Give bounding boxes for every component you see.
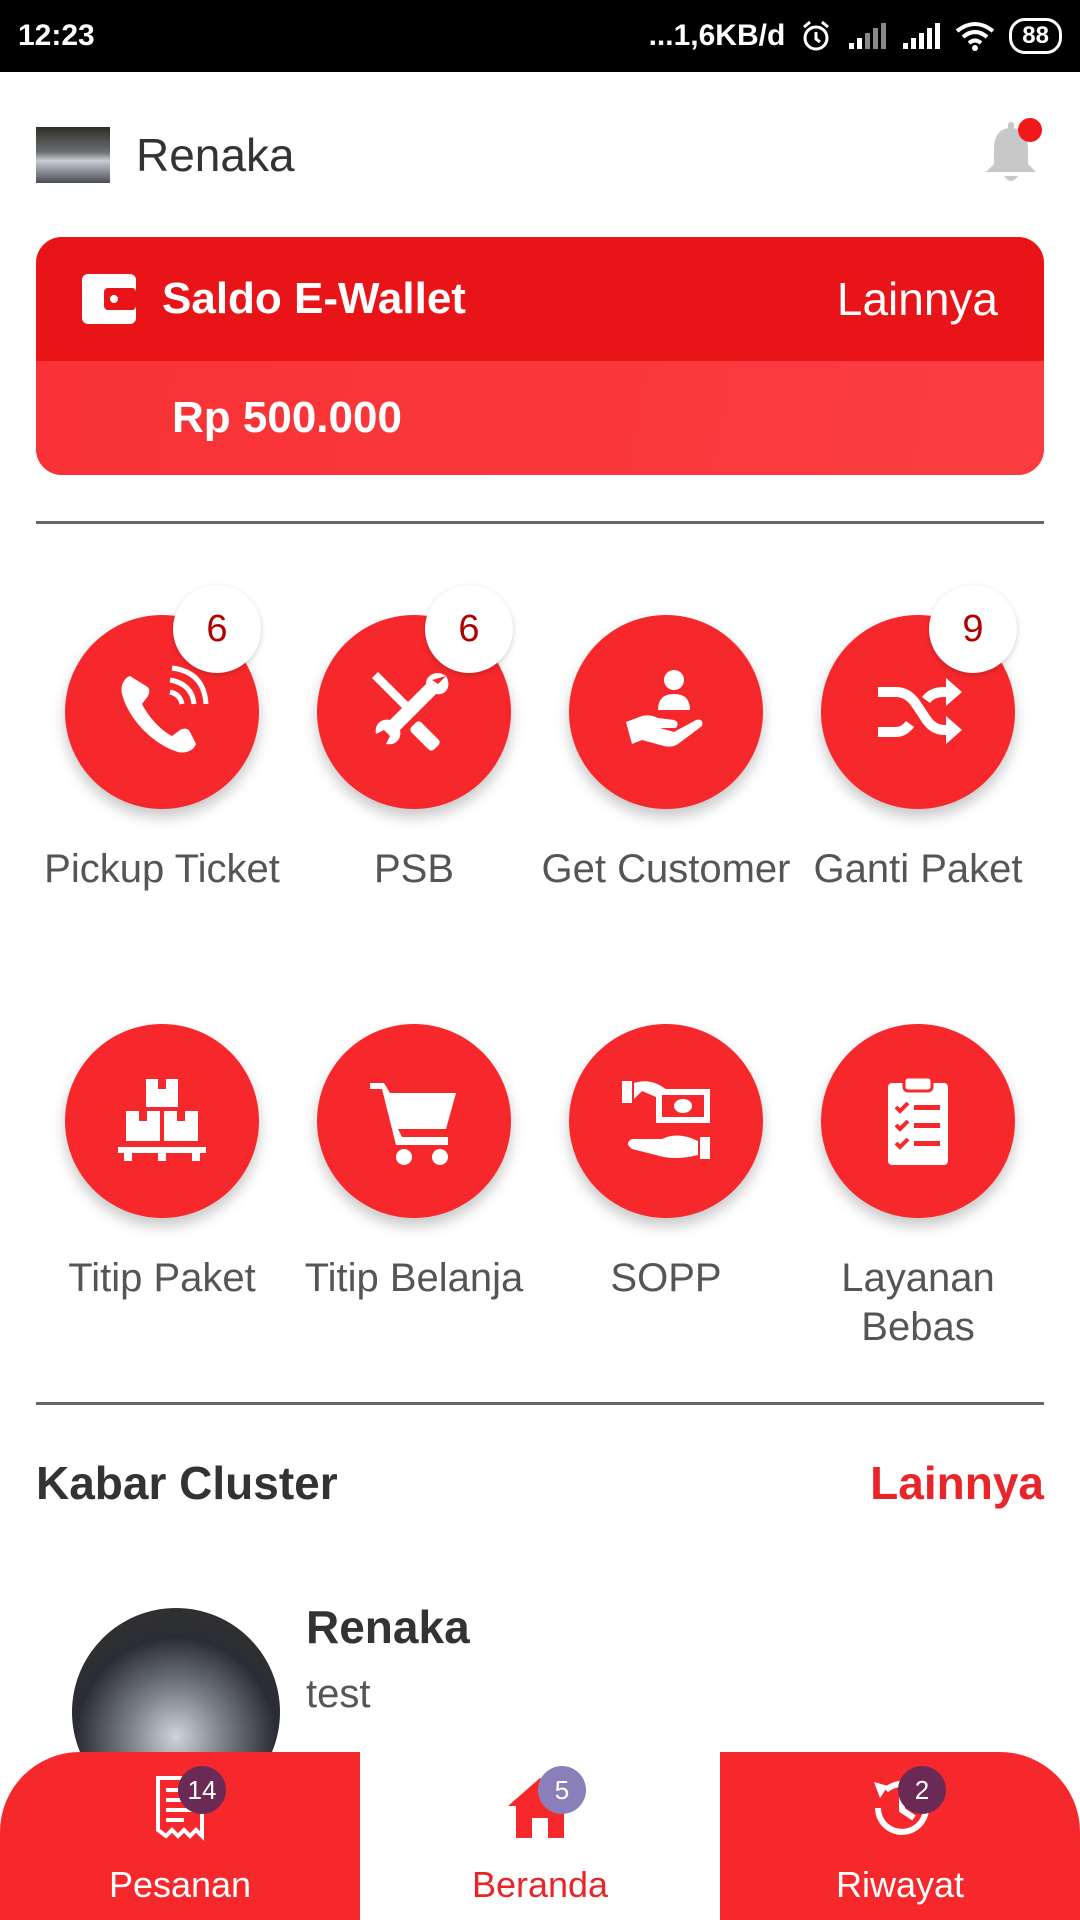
nav-badge: 2 xyxy=(898,1766,946,1814)
tools-icon xyxy=(372,672,449,751)
alarm-icon xyxy=(803,20,830,51)
receipt-icon: 14 xyxy=(144,1766,226,1844)
boxes-icon xyxy=(118,1079,206,1161)
menu-label: Pickup Ticket xyxy=(44,847,280,891)
menu-get-customer[interactable]: Get Customer xyxy=(540,615,792,894)
net-speed: ...1,6KB/d xyxy=(648,19,786,52)
menu-icon-button[interactable] xyxy=(65,1024,259,1218)
section-title: Kabar Cluster xyxy=(36,1457,338,1509)
count-badge: 6 xyxy=(425,585,513,673)
menu-label: Get Customer xyxy=(541,847,791,891)
menu-pickup-ticket[interactable]: 6 Pickup Ticket xyxy=(36,585,288,894)
wallet-card[interactable]: Saldo E-Wallet Lainnya Rp 500.000 xyxy=(36,237,1044,475)
notification-dot xyxy=(1018,118,1042,142)
news-author: Renaka xyxy=(306,1601,470,1653)
divider xyxy=(36,521,1044,524)
nav-label: Beranda xyxy=(471,1864,609,1905)
news-text: test xyxy=(306,1672,371,1716)
notification-bell-icon[interactable] xyxy=(978,118,1044,190)
battery-icon: 88 xyxy=(1009,18,1062,54)
menu-label: SOPP xyxy=(610,1256,722,1300)
nav-riwayat[interactable]: 2 Riwayat xyxy=(720,1752,1080,1920)
signal-icon xyxy=(849,23,887,49)
nav-badge: 14 xyxy=(178,1766,226,1814)
count-badge: 9 xyxy=(929,585,1017,673)
cart-icon xyxy=(370,1083,456,1165)
signal-icon-2 xyxy=(903,23,941,49)
menu-label: PSB xyxy=(373,847,455,891)
status-icons: ...1,6KB/d 88 xyxy=(649,18,1062,54)
wallet-header: Saldo E-Wallet Lainnya xyxy=(36,237,1044,361)
home-icon: 5 xyxy=(504,1766,586,1844)
app-header: Renaka xyxy=(36,118,1044,184)
count-badge: 6 xyxy=(173,585,261,673)
menu-icon-button[interactable] xyxy=(569,615,763,809)
menu-icon-button[interactable]: 6 xyxy=(65,585,261,809)
menu-label: Ganti Paket xyxy=(813,847,1023,891)
menu-icon-button[interactable] xyxy=(569,1024,763,1218)
menu-icon-button[interactable]: 6 xyxy=(317,585,513,809)
status-time: 12:23 xyxy=(18,19,95,52)
nav-label: Pesanan xyxy=(108,1864,252,1905)
wallet-balance: Rp 500.000 xyxy=(172,393,402,442)
wallet-icon xyxy=(82,274,136,324)
history-icon: 2 xyxy=(864,1766,946,1844)
wallet-more-link[interactable]: Lainnya xyxy=(837,272,998,326)
money-hand-icon xyxy=(622,1081,710,1159)
menu-icon-button[interactable] xyxy=(821,1024,1015,1218)
avatar[interactable] xyxy=(36,127,110,183)
wallet-title: Saldo E-Wallet xyxy=(162,274,466,323)
menu-sopp[interactable]: SOPP xyxy=(540,1024,792,1303)
phone-icon xyxy=(121,665,209,753)
menu-layanan-bebas[interactable]: Layanan Bebas xyxy=(792,1024,1044,1352)
clipboard-icon xyxy=(888,1075,948,1165)
wifi-icon xyxy=(956,22,995,51)
nav-beranda[interactable]: 5 Beranda xyxy=(360,1752,720,1920)
menu-ganti-paket[interactable]: 9 Ganti Paket xyxy=(792,585,1044,894)
menu-psb[interactable]: 6 PSB xyxy=(288,585,540,894)
menu-label: Titip Paket xyxy=(68,1256,256,1300)
status-bar: 12:23 ...1,6KB/d 88 xyxy=(0,0,1080,72)
shuffle-icon xyxy=(878,678,962,744)
news-more-link[interactable]: Lainnya xyxy=(870,1456,1044,1510)
wallet-balance-row: Rp 500.000 xyxy=(36,361,1044,475)
menu-icon-button[interactable]: 9 xyxy=(821,585,1017,809)
menu-titip-paket[interactable]: Titip Paket xyxy=(36,1024,288,1303)
menu-icon-button[interactable] xyxy=(317,1024,511,1218)
nav-pesanan[interactable]: 14 Pesanan xyxy=(0,1752,360,1920)
bottom-nav: 14 Pesanan 5 Beranda 2 Riwayat xyxy=(0,1752,1080,1920)
hand-user-icon xyxy=(626,670,703,747)
nav-label: Riwayat xyxy=(835,1864,965,1905)
page-title: Renaka xyxy=(136,129,295,181)
divider xyxy=(36,1402,1044,1405)
menu-label: Layanan Bebas xyxy=(841,1256,995,1349)
menu-titip-belanja[interactable]: Titip Belanja xyxy=(288,1024,540,1303)
menu-label: Titip Belanja xyxy=(304,1256,524,1300)
nav-badge: 5 xyxy=(538,1766,586,1814)
